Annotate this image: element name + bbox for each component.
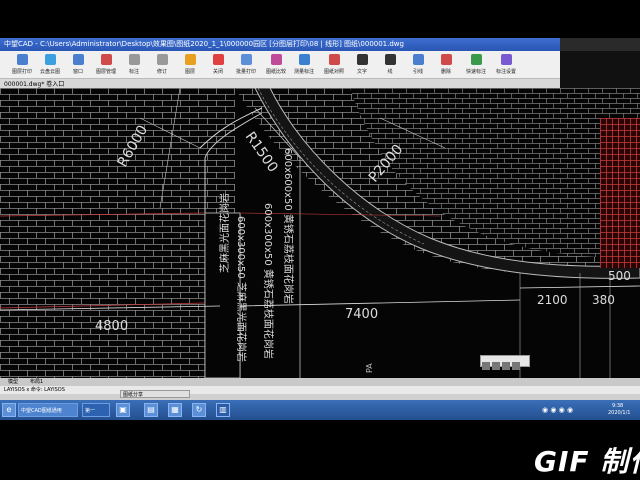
app-icon[interactable]: ▥ <box>216 403 230 417</box>
floating-view-toolbar[interactable] <box>480 355 530 370</box>
ribbon-button-17[interactable]: 标注设置 <box>492 53 520 77</box>
dimension-icon <box>129 54 140 65</box>
ribbon-button-15[interactable]: 删除 <box>432 53 460 77</box>
gif-watermark: GIF 制作 <box>534 445 640 478</box>
line-icon <box>385 54 396 65</box>
layout-tabs: 模型 布局1 <box>0 378 640 386</box>
erase-icon <box>441 54 452 65</box>
ribbon-button-label: 快速标注 <box>465 69 486 75</box>
ribbon-button-label: 标注设置 <box>495 69 516 75</box>
red-hatched-zone <box>600 118 640 268</box>
ribbon-button-11[interactable]: 图纸对照 <box>320 53 348 77</box>
start-icon[interactable]: e <box>2 403 16 417</box>
drawing-canvas[interactable]: R6000 R1500 P2000 4800 7400 2100 380 500… <box>0 88 640 378</box>
ribbon-button-6[interactable]: 图层 <box>176 53 204 77</box>
ribbon-button-label: 测量标注 <box>293 69 314 75</box>
note-granite-2: 600x300x50 黄锈石荔枝面花岗岩 <box>262 203 275 359</box>
close-doc-icon <box>213 54 224 65</box>
command-line-text: LAYISOS x 命令: LAYISOS <box>4 387 65 393</box>
ribbon-button-0[interactable]: 图层打印 <box>8 53 36 77</box>
note-granite-4: 芝麻黑光面花岗岩 <box>218 193 231 273</box>
cad-drawing: R6000 R1500 P2000 4800 7400 2100 380 500… <box>0 88 640 378</box>
ribbon-button-7[interactable]: 关闭 <box>204 53 232 77</box>
ribbon-button-12[interactable]: 文字 <box>348 53 376 77</box>
ribbon-button-label: 批量打印 <box>235 69 256 75</box>
view-icon[interactable] <box>512 362 520 370</box>
dim-7400: 7400 <box>345 307 378 322</box>
dim-settings-icon <box>501 54 512 65</box>
window-title: 中望CAD - C:\Users\Administrator\Desktop\效… <box>4 40 404 48</box>
ribbon-toolbar: 图层打印 云盘云图 窗口 图层管理 标注 修订 图层 关闭 批量打印 图纸比较 测量标注 图纸对照 文字… <box>0 51 560 79</box>
dim-380: 380 <box>592 293 615 307</box>
layer-print-icon <box>17 54 28 65</box>
ribbon-button-16[interactable]: 快速标注 <box>462 53 490 77</box>
refresh-icon[interactable]: ↻ <box>192 403 206 417</box>
tray-date[interactable]: 2020/1/1 <box>608 410 630 416</box>
ribbon-button-4[interactable]: 标注 <box>120 53 148 77</box>
measure-icon <box>299 54 310 65</box>
layer-manager-icon <box>101 54 112 65</box>
orbit-icon[interactable] <box>502 362 510 370</box>
tab-model[interactable]: 模型 <box>8 378 18 385</box>
document-tab-label: 000001.dwg* 卷入口 <box>4 81 65 88</box>
folder-icon[interactable]: ▣ <box>116 403 130 417</box>
label-pa: PA <box>365 363 374 373</box>
contrast-icon <box>329 54 340 65</box>
taskbar-tooltip: 图纸分享 <box>120 390 190 398</box>
dim-500: 500 <box>608 269 631 283</box>
image-icon[interactable]: ▦ <box>168 403 182 417</box>
leader-icon <box>413 54 424 65</box>
dim-2100: 2100 <box>537 293 568 307</box>
ribbon-button-9[interactable]: 图纸比较 <box>262 53 290 77</box>
taskbar-item-first[interactable]: 第一 <box>82 403 110 417</box>
dim-4800: 4800 <box>95 319 128 334</box>
taskbar: e 中望CAD图纸通用 第一 ▣ ▤ ▦ ↻ ▥ 图纸分享 ◉ ◉ ◉ ◉ 9:… <box>0 390 640 420</box>
ribbon-button-8[interactable]: 批量打印 <box>232 53 260 77</box>
ribbon-button-2[interactable]: 窗口 <box>64 53 92 77</box>
ribbon-button-label: 删除 <box>440 69 451 75</box>
ribbon-button-3[interactable]: 图层管理 <box>92 53 120 77</box>
batch-print-icon <box>241 54 252 65</box>
compare-icon <box>271 54 282 65</box>
tab-layout1[interactable]: 布局1 <box>30 378 43 385</box>
tray-time[interactable]: 9:38 <box>612 403 623 409</box>
command-line[interactable]: LAYISOS x 命令: LAYISOS <box>0 386 640 394</box>
layers-icon <box>185 54 196 65</box>
cloud-icon <box>45 54 56 65</box>
ribbon-button-1[interactable]: 云盘云图 <box>36 53 64 77</box>
system-tray: ◉ ◉ ◉ ◉ 9:38 2020/1/1 <box>530 403 638 417</box>
taskbar-item-cad[interactable]: 中望CAD图纸通用 <box>18 403 78 417</box>
ribbon-button-14[interactable]: 引线 <box>404 53 432 77</box>
screen-border-top <box>0 0 640 38</box>
ribbon-button-5[interactable]: 修订 <box>148 53 176 77</box>
quick-dim-icon <box>471 54 482 65</box>
window-icon <box>73 54 84 65</box>
revise-icon <box>157 54 168 65</box>
ribbon-button-10[interactable]: 测量标注 <box>290 53 318 77</box>
text-icon <box>357 54 368 65</box>
note-granite-3: 600x300x50 芝麻黑光面花岗岩 <box>235 216 248 362</box>
document-tab[interactable]: 000001.dwg* 卷入口 <box>0 79 560 88</box>
titlebar-extension <box>560 38 640 51</box>
window-titlebar[interactable]: 中望CAD - C:\Users\Administrator\Desktop\效… <box>0 38 560 51</box>
monitor-icon[interactable]: ▤ <box>144 403 158 417</box>
tray-icons[interactable]: ◉ ◉ ◉ ◉ <box>542 406 573 414</box>
zoom-icon[interactable] <box>492 362 500 370</box>
note-granite-1: 600x600x50 黄锈石荔枝面花岗岩 <box>282 148 295 304</box>
pan-icon[interactable] <box>482 362 490 370</box>
ribbon-button-13[interactable]: 线 <box>376 53 404 77</box>
